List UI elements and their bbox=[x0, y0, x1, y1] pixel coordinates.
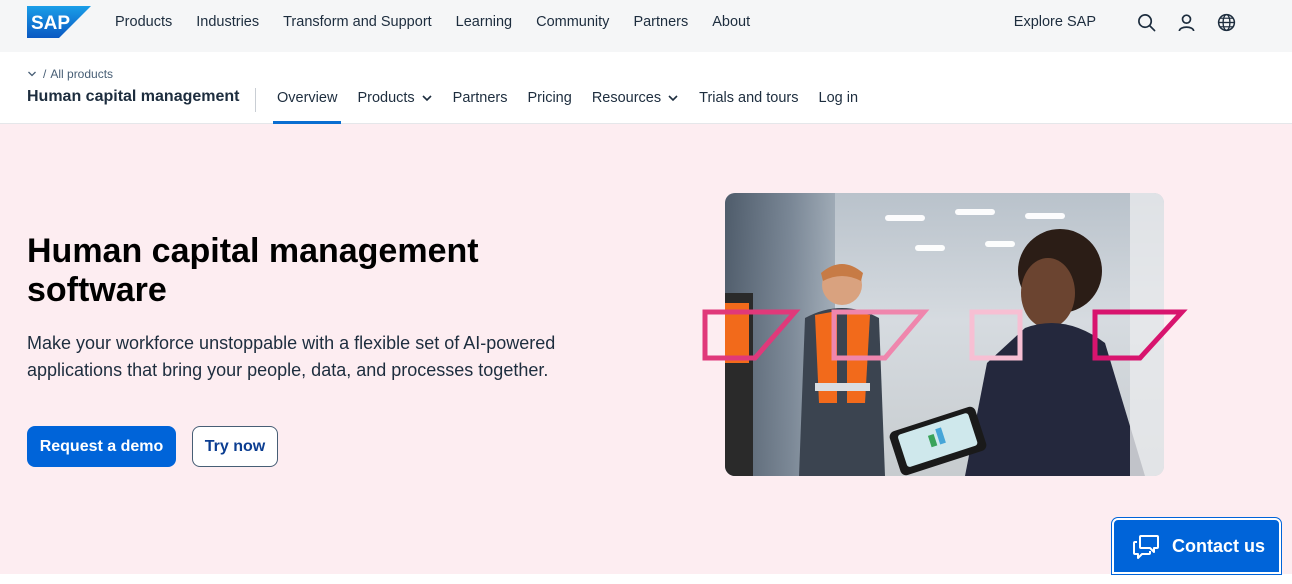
breadcrumb-separator: / bbox=[43, 67, 47, 81]
tab-trials-tours-label: Trials and tours bbox=[699, 90, 799, 106]
tab-partners[interactable]: Partners bbox=[449, 52, 512, 124]
tab-pricing[interactable]: Pricing bbox=[523, 52, 575, 124]
chevron-down-icon bbox=[28, 71, 36, 77]
chevron-down-icon bbox=[668, 95, 678, 102]
product-subnav: / All products Human capital management … bbox=[0, 52, 1292, 124]
user-icon[interactable] bbox=[1176, 12, 1196, 32]
chat-bubbles-icon bbox=[1133, 535, 1159, 559]
contact-us-label: Contact us bbox=[1172, 535, 1266, 556]
hero-description: Make your workforce unstoppable with a f… bbox=[27, 333, 556, 380]
nav-transform-support[interactable]: Transform and Support bbox=[283, 14, 432, 30]
nav-learning[interactable]: Learning bbox=[456, 14, 512, 30]
subnav-links: Overview Products Partners Pricing Resou… bbox=[273, 52, 874, 124]
nav-partners[interactable]: Partners bbox=[633, 14, 688, 30]
decorative-shape bbox=[702, 309, 801, 361]
breadcrumb[interactable]: / All products bbox=[27, 67, 113, 81]
tab-log-in-label: Log in bbox=[818, 90, 859, 106]
header-actions: Explore SAP bbox=[1014, 0, 1236, 44]
decorative-shape bbox=[969, 309, 1023, 361]
decorative-shape bbox=[1092, 309, 1188, 361]
tab-pricing-label: Pricing bbox=[527, 90, 572, 106]
explore-sap-link[interactable]: Explore SAP bbox=[1014, 14, 1096, 30]
try-now-button[interactable]: Try now bbox=[192, 426, 278, 467]
subnav-divider bbox=[255, 88, 256, 112]
global-nav: Products Industries Transform and Suppor… bbox=[115, 0, 774, 44]
nav-industries[interactable]: Industries bbox=[196, 14, 259, 30]
nav-products[interactable]: Products bbox=[115, 14, 172, 30]
decorative-shape bbox=[831, 309, 930, 361]
nav-community[interactable]: Community bbox=[536, 14, 609, 30]
logo-text: SAP bbox=[31, 13, 70, 34]
search-icon[interactable] bbox=[1136, 12, 1156, 32]
tab-overview[interactable]: Overview bbox=[273, 52, 342, 124]
page-title: Human capital management bbox=[27, 88, 240, 105]
tab-log-in[interactable]: Log in bbox=[815, 52, 863, 124]
breadcrumb-all-products[interactable]: All products bbox=[50, 67, 113, 81]
tab-resources-label: Resources bbox=[591, 90, 662, 106]
global-header: SAP Products Industries Transform and Su… bbox=[0, 0, 1292, 52]
tab-resources[interactable]: Resources bbox=[588, 52, 683, 124]
sap-logo[interactable]: SAP bbox=[27, 6, 91, 38]
contact-us-button[interactable]: Contact us bbox=[1112, 518, 1281, 574]
request-demo-button[interactable]: Request a demo bbox=[27, 426, 176, 467]
nav-about[interactable]: About bbox=[712, 14, 750, 30]
tab-trials-tours[interactable]: Trials and tours bbox=[695, 52, 802, 124]
globe-icon[interactable] bbox=[1216, 12, 1236, 32]
tab-partners-label: Partners bbox=[452, 90, 508, 106]
tab-products-label: Products bbox=[357, 90, 415, 106]
chevron-down-icon bbox=[422, 95, 432, 102]
tab-products[interactable]: Products bbox=[353, 52, 436, 124]
decorative-shapes bbox=[702, 309, 1188, 361]
hero-title: Human capital management software bbox=[27, 232, 479, 309]
tab-overview-label: Overview bbox=[277, 90, 338, 106]
hero-section: Human capital management software Make y… bbox=[0, 124, 1292, 574]
